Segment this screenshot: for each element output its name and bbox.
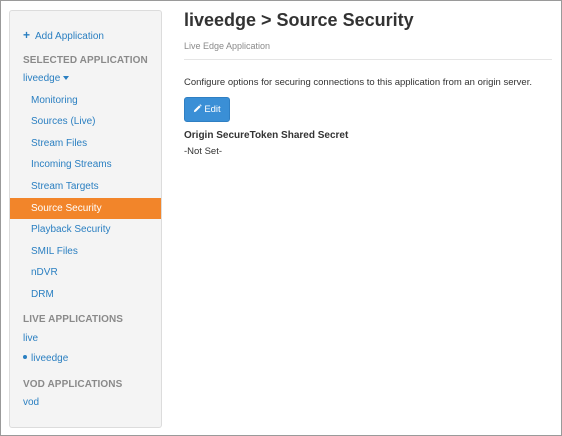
sidebar-item-incoming-streams[interactable]: Incoming Streams [10, 154, 161, 175]
sidebar-item-stream-files[interactable]: Stream Files [10, 133, 161, 154]
selected-app-dropdown[interactable]: liveedge [10, 68, 161, 89]
sidebar-item-drm[interactable]: DRM [10, 284, 161, 305]
sidebar-item-playback-security[interactable]: Playback Security [10, 219, 161, 240]
sidebar-item-smil-files[interactable]: SMIL Files [10, 241, 161, 262]
selected-app-label: liveedge [23, 73, 61, 84]
sidebar: + Add Application SELECTED APPLICATION li… [9, 10, 162, 428]
live-app-item[interactable]: live [10, 328, 161, 349]
page-description: Configure options for securing connectio… [184, 77, 532, 88]
caret-down-icon [63, 76, 70, 80]
sidebar-item-stream-targets[interactable]: Stream Targets [10, 176, 161, 197]
sidebar-item-sources-live[interactable]: Sources (Live) [10, 111, 161, 132]
field-value: -Not Set- [184, 146, 223, 157]
app-window: + Add Application SELECTED APPLICATION li… [0, 0, 562, 436]
plus-icon: + [23, 28, 31, 42]
page-subtitle: Live Edge Application [184, 41, 271, 51]
add-application-label: Add Application [35, 31, 104, 42]
live-app-item-current[interactable]: liveedge [10, 348, 161, 369]
pencil-icon [194, 104, 203, 113]
vod-app-item[interactable]: vod [10, 392, 161, 413]
edit-button[interactable]: Edit [184, 97, 230, 122]
live-app-label: liveedge [31, 353, 69, 364]
edit-button-label: Edit [204, 104, 221, 115]
page-title: liveedge > Source Security [184, 10, 414, 30]
add-application-link[interactable]: + Add Application [10, 25, 161, 46]
sidebar-item-monitoring[interactable]: Monitoring [10, 90, 161, 111]
bullet-icon [23, 355, 27, 359]
divider [184, 59, 552, 60]
field-label: Origin SecureToken Shared Secret [184, 130, 349, 141]
sidebar-item-ndvr[interactable]: nDVR [10, 262, 161, 283]
sidebar-item-source-security[interactable]: Source Security [10, 198, 161, 219]
live-applications-heading: LIVE APPLICATIONS [23, 314, 124, 325]
